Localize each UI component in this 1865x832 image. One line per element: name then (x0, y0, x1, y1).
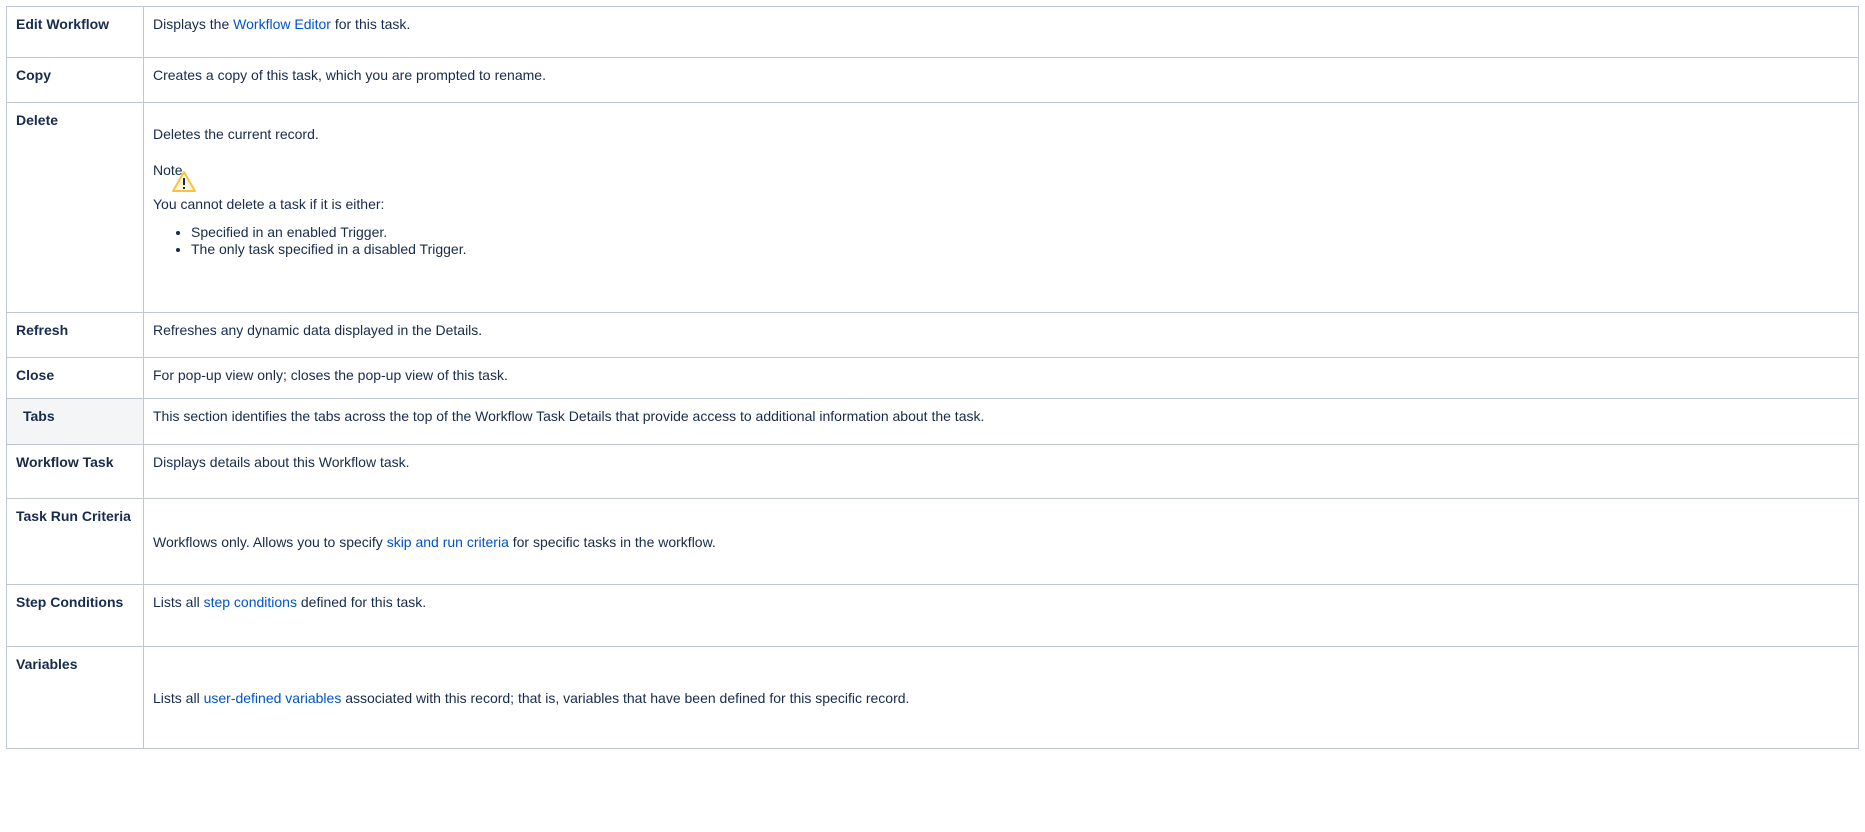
table-row: Copy Creates a copy of this task, which … (6, 57, 1859, 103)
table-row: Delete Deletes the current record. Note … (6, 102, 1859, 313)
row-label-copy: Copy (6, 57, 144, 103)
row-desc-variables: Lists all user-defined variables associa… (143, 646, 1859, 749)
row-desc-tabs: This section identifies the tabs across … (143, 398, 1859, 445)
step-conditions-link[interactable]: step conditions (204, 594, 297, 610)
row-label-delete: Delete (6, 102, 144, 313)
desc-text: Displays the (153, 16, 234, 32)
note-bullet-list: Specified in an enabled Trigger. The onl… (153, 224, 1849, 258)
desc-text: Lists all (153, 689, 204, 706)
table-row: Task Run Criteria Workflows only. Allows… (6, 498, 1859, 585)
section-header-tabs: Tabs (6, 398, 144, 445)
table-row: Close For pop-up view only; closes the p… (6, 357, 1859, 399)
row-desc-refresh: Refreshes any dynamic data displayed in … (143, 312, 1859, 358)
row-label-task-run-criteria: Task Run Criteria (6, 498, 144, 585)
skip-run-criteria-link[interactable]: skip and run criteria (387, 534, 509, 550)
row-desc-edit-workflow: Displays the Workflow Editor for this ta… (143, 6, 1859, 58)
desc-text: Workflows only. Allows you to specify (153, 533, 387, 550)
row-label-workflow-task: Workflow Task (6, 444, 144, 499)
row-label-variables: Variables (6, 646, 144, 749)
details-table: Edit Workflow Displays the Workflow Edit… (6, 6, 1859, 749)
row-label-refresh: Refresh (6, 312, 144, 358)
list-item: The only task specified in a disabled Tr… (191, 241, 1849, 258)
row-desc-workflow-task: Displays details about this Workflow tas… (143, 444, 1859, 499)
note-title: Note (153, 162, 183, 178)
desc-text: Lists all (153, 594, 204, 610)
note-text: You cannot delete a task if it is either… (153, 196, 385, 212)
table-row: Workflow Task Displays details about thi… (6, 444, 1859, 499)
workflow-editor-link[interactable]: Workflow Editor (233, 16, 331, 32)
desc-text: associated with this record; that is, va… (341, 689, 910, 706)
table-row: Edit Workflow Displays the Workflow Edit… (6, 6, 1859, 58)
row-desc-copy: Creates a copy of this task, which you a… (143, 57, 1859, 103)
delete-text: Deletes the current record. (153, 126, 319, 142)
row-desc-step-conditions: Lists all step conditions defined for th… (143, 584, 1859, 647)
desc-text: for this task. (330, 16, 411, 32)
table-row: Variables Lists all user-defined variabl… (6, 646, 1859, 749)
row-desc-task-run-criteria: Workflows only. Allows you to specify sk… (143, 498, 1859, 585)
row-label-step-conditions: Step Conditions (6, 584, 144, 647)
user-defined-variables-link[interactable]: user-defined variables (204, 690, 342, 706)
table-row: Refresh Refreshes any dynamic data displ… (6, 312, 1859, 358)
desc-text: for specific tasks in the workflow. (508, 533, 716, 550)
row-desc-delete: Deletes the current record. Note You can… (143, 102, 1859, 313)
row-label-close: Close (6, 357, 144, 399)
desc-text: defined for this task. (296, 594, 427, 610)
table-row: Step Conditions Lists all step condition… (6, 584, 1859, 647)
row-desc-close: For pop-up view only; closes the pop-up … (143, 357, 1859, 399)
warning-icon (172, 171, 196, 192)
list-item: Specified in an enabled Trigger. (191, 224, 1849, 241)
table-row: Tabs This section identifies the tabs ac… (6, 398, 1859, 445)
row-label-edit-workflow: Edit Workflow (6, 6, 144, 58)
